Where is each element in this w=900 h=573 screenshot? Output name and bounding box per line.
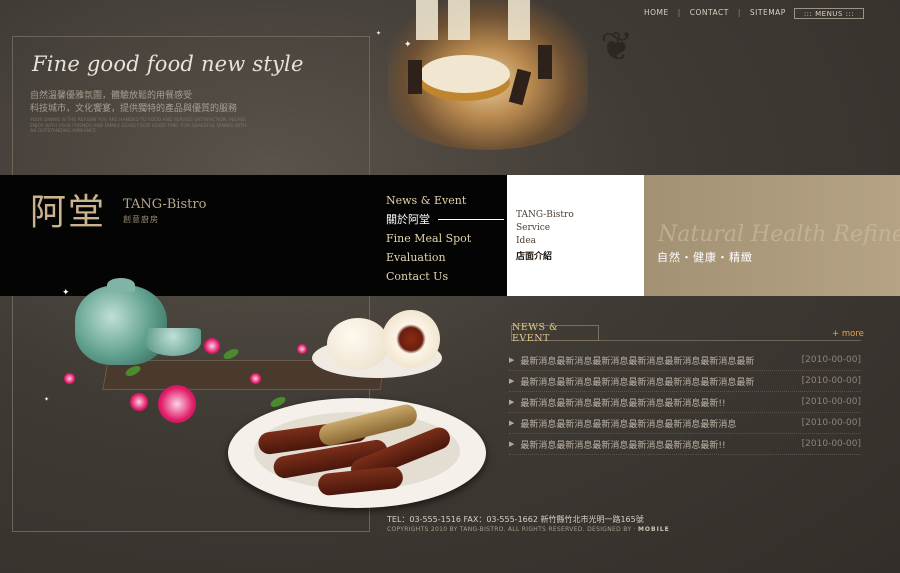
nav-separator: | <box>677 8 681 17</box>
copyright-text: COPYRIGHTS 2010 BY TANG-BISTRO. ALL RIGH… <box>387 526 636 533</box>
chair-shape <box>538 45 552 79</box>
news-item[interactable]: ▶ 最新消息最新消息最新消息最新消息最新消息最新!! [2010-00-00] <box>509 392 861 413</box>
contact-link[interactable]: CONTACT <box>690 8 729 17</box>
footer-copyright: COPYRIGHTS 2010 BY TANG-BISTRO. ALL RIGH… <box>387 526 670 533</box>
top-nav: HOME | CONTACT | SITEMAP <box>644 8 786 17</box>
flower-icon <box>130 393 148 411</box>
teapot-lid <box>107 278 135 292</box>
bullet-arrow-icon: ▶ <box>509 419 515 427</box>
intro-line: 科技城市，文化饗宴，提供獨特的產品與優質的服務 <box>30 104 238 114</box>
news-item[interactable]: ▶ 最新消息最新消息最新消息最新消息最新消息最新消息 [2010-00-00] <box>509 413 861 434</box>
bullet-arrow-icon: ▶ <box>509 377 515 385</box>
active-indicator <box>438 219 504 220</box>
submenu-item-idea[interactable]: Idea <box>516 236 536 246</box>
intro-line: 自然溫馨優雅氛圍，體驗放鬆的用餐感受 <box>30 91 193 101</box>
news-item-date: [2010-00-00] <box>801 355 861 365</box>
sparkle-icon: ✦ <box>44 396 50 403</box>
dining-table-shape <box>420 55 510 93</box>
designer-link[interactable]: MOBILE <box>638 526 670 533</box>
news-item-title: 最新消息最新消息最新消息最新消息最新消息最新消息最新 <box>520 377 755 388</box>
footer-contact: TEL：03-555-1516 FAX：03-555-1662 新竹縣竹北市光明… <box>387 515 644 524</box>
flower-icon <box>204 338 220 354</box>
flower-icon <box>64 373 75 384</box>
sparkle-icon: ✦ <box>376 30 382 37</box>
logo-name[interactable]: TANG-Bistro <box>123 197 206 212</box>
chair-shape <box>508 68 532 106</box>
nav-item-label: News & Event <box>386 194 467 207</box>
leaf-icon <box>222 346 240 362</box>
floral-ornament-icon: ❦ <box>600 24 634 70</box>
hero-intro-small: YOUR DINING IS THE REASON YOU ARE HANDED… <box>30 118 247 134</box>
nav-item-label: Fine Meal Spot <box>386 232 472 245</box>
news-section-title: NEWS & EVENT <box>511 322 599 344</box>
flower-icon <box>250 373 261 384</box>
news-item-date: [2010-00-00] <box>801 397 861 407</box>
tea-cup-image <box>145 328 201 356</box>
news-item-title: 最新消息最新消息最新消息最新消息最新消息最新消息最新 <box>520 356 755 367</box>
flower-icon <box>158 385 196 423</box>
news-list: ▶ 最新消息最新消息最新消息最新消息最新消息最新消息最新 [2010-00-00… <box>509 350 861 455</box>
banner-chinese-text: 自然・健康・精緻 <box>657 251 753 264</box>
bullet-arrow-icon: ▶ <box>509 398 515 406</box>
flower-icon <box>297 344 307 354</box>
bullet-arrow-icon: ▶ <box>509 440 515 448</box>
news-item[interactable]: ▶ 最新消息最新消息最新消息最新消息最新消息最新!! [2010-00-00] <box>509 434 861 455</box>
nav-item-about[interactable]: 關於阿堂 <box>386 210 504 229</box>
sparkle-icon: ✦ <box>404 40 412 50</box>
logo-subtitle: 創意廚房 <box>123 215 159 224</box>
submenu-item-tang-bistro[interactable]: TANG-Bistro <box>516 210 574 220</box>
main-dish-plate <box>228 398 486 508</box>
sitemap-link[interactable]: SITEMAP <box>750 8 786 17</box>
home-link[interactable]: HOME <box>644 8 669 17</box>
submenu-panel: TANG-Bistro Service Idea 店面介紹 <box>507 175 644 296</box>
nav-separator: | <box>737 8 741 17</box>
nav-item-news-event[interactable]: News & Event <box>386 191 504 210</box>
news-item-title: 最新消息最新消息最新消息最新消息最新消息最新!! <box>520 398 726 409</box>
cut-bun <box>382 310 440 368</box>
nav-item-label: Evaluation <box>386 251 446 264</box>
submenu-item-service[interactable]: Service <box>516 223 550 233</box>
news-item[interactable]: ▶ 最新消息最新消息最新消息最新消息最新消息最新消息最新 [2010-00-00… <box>509 371 861 392</box>
window-shape <box>416 0 438 40</box>
teapot-image <box>75 285 167 365</box>
menus-button[interactable]: ::: MENUS ::: <box>794 8 864 19</box>
bullet-arrow-icon: ▶ <box>509 356 515 364</box>
hero-tagline: Fine good food new style <box>32 52 304 76</box>
window-shape <box>448 0 470 40</box>
submenu-item-store-intro[interactable]: 店面介紹 <box>516 249 552 262</box>
banner-script-text: Natural Health Refined <box>658 222 900 247</box>
news-item[interactable]: ▶ 最新消息最新消息最新消息最新消息最新消息最新消息最新 [2010-00-00… <box>509 350 861 371</box>
nav-item-evaluation[interactable]: Evaluation <box>386 248 504 267</box>
news-more-link[interactable]: + more <box>832 329 864 339</box>
sparkle-icon: ✦ <box>62 288 70 298</box>
food-illustration <box>30 270 500 530</box>
hero-intro: 自然溫馨優雅氛圍，體驗放鬆的用餐感受 科技城市，文化饗宴，提供獨特的產品與優質的… <box>30 90 270 116</box>
restaurant-photo <box>388 0 588 150</box>
news-item-date: [2010-00-00] <box>801 376 861 386</box>
nav-item-fine-meal-spot[interactable]: Fine Meal Spot <box>386 229 504 248</box>
logo-mark[interactable]: 阿堂 <box>30 183 106 235</box>
news-item-title: 最新消息最新消息最新消息最新消息最新消息最新消息 <box>520 419 737 430</box>
news-item-date: [2010-00-00] <box>801 439 861 449</box>
nav-item-label: 關於阿堂 <box>386 213 430 226</box>
window-shape <box>508 0 530 40</box>
news-item-title: 最新消息最新消息最新消息最新消息最新消息最新!! <box>520 440 726 451</box>
steamed-bun <box>327 318 389 370</box>
news-item-date: [2010-00-00] <box>801 418 861 428</box>
news-title-rule <box>599 340 861 341</box>
chair-shape <box>408 60 422 94</box>
